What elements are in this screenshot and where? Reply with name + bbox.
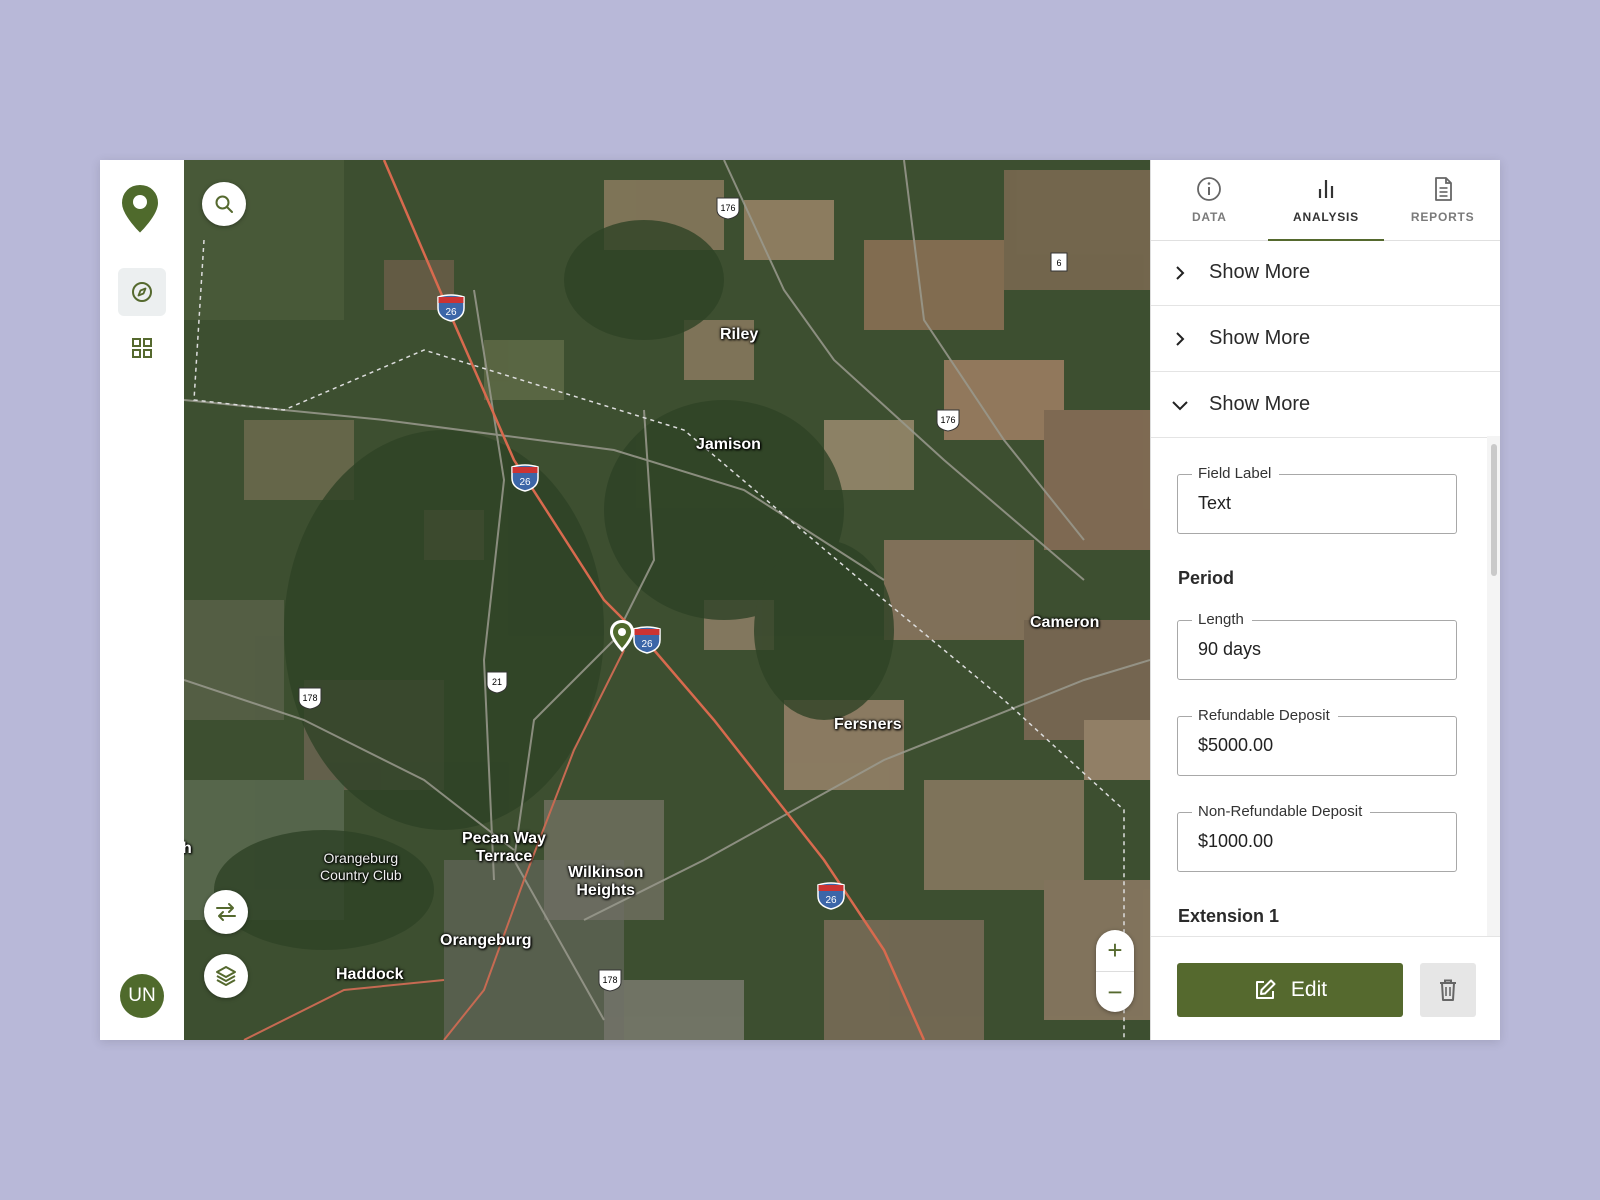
tab-label: REPORTS <box>1410 210 1475 224</box>
edit-icon <box>1255 979 1276 999</box>
tab-label: DATA <box>1191 210 1227 224</box>
svg-text:21: 21 <box>492 677 502 687</box>
interstate-26-shield-icon: 26 <box>437 294 465 322</box>
chevron-down-icon <box>1172 400 1188 410</box>
svg-text:176: 176 <box>940 415 955 425</box>
svg-text:176: 176 <box>720 203 735 213</box>
panel-tabs: DATA ANALYSIS REPORTS <box>1151 160 1500 241</box>
edit-button-label: Edit <box>1290 978 1328 1001</box>
panel-footer: Edit <box>1151 936 1500 1040</box>
left-rail: UN <box>100 160 185 1040</box>
satellite-map[interactable]: 26 26 26 26 176 176 178 178 21 6 Riley J… <box>184 160 1150 1040</box>
us-176-shield-icon: 176 <box>716 197 740 220</box>
place-label-line: Orangeburg <box>323 850 399 866</box>
chevron-right-icon <box>1176 265 1185 280</box>
field-label-field: Field Label <box>1177 465 1457 534</box>
grid-icon <box>132 338 152 358</box>
details-panel: DATA ANALYSIS REPORTS Show More Show Mor… <box>1150 160 1500 1040</box>
route-6-shield-icon: 6 <box>1050 252 1068 272</box>
accordion-title: Show More <box>1209 261 1311 283</box>
place-label: Orangeburg <box>440 932 532 949</box>
chevron-right-icon <box>1176 331 1185 346</box>
us-178-shield-icon: 178 <box>598 969 622 992</box>
user-avatar[interactable]: UN <box>120 974 164 1018</box>
svg-text:6: 6 <box>1056 258 1061 268</box>
tab-data[interactable]: DATA <box>1151 160 1268 240</box>
non-refundable-deposit-input[interactable] <box>1198 813 1438 869</box>
place-label: Orangeburg Country Club <box>320 850 402 884</box>
length-input[interactable] <box>1198 621 1438 677</box>
place-label-line: Heights <box>576 882 636 899</box>
accordion-title: Show More <box>1209 393 1311 415</box>
accordion-header[interactable]: Show More <box>1151 372 1500 438</box>
us-176-shield-icon: 176 <box>936 409 960 432</box>
place-label: Fersners <box>834 716 902 733</box>
us-21-shield-icon: 21 <box>486 671 508 694</box>
app-window: UN 26 26 26 26 176 176 178 178 21 6 Rile… <box>100 160 1500 1040</box>
svg-text:26: 26 <box>519 477 531 488</box>
svg-text:26: 26 <box>641 639 653 650</box>
place-label: h <box>184 840 192 857</box>
length-field: Length <box>1177 611 1457 680</box>
svg-text:26: 26 <box>825 895 837 906</box>
zoom-in-button[interactable]: + <box>1096 930 1134 972</box>
bar-chart-icon <box>1318 180 1334 198</box>
place-label-line: Pecan Way <box>462 830 546 847</box>
field-label-input[interactable] <box>1198 475 1438 531</box>
scrollbar-thumb[interactable] <box>1491 444 1497 576</box>
layers-icon <box>216 966 236 986</box>
map-imagery <box>184 160 1150 1040</box>
layers-button[interactable] <box>204 954 248 998</box>
tab-reports[interactable]: REPORTS <box>1384 160 1500 240</box>
zoom-control: + − <box>1096 930 1134 1012</box>
tab-analysis[interactable]: ANALYSIS <box>1267 160 1385 241</box>
place-label-line: Wilkinson <box>568 864 644 881</box>
place-label: Cameron <box>1030 614 1100 631</box>
accordion-header[interactable]: Show More <box>1151 240 1500 306</box>
compass-icon <box>132 282 152 302</box>
swap-button[interactable] <box>204 890 248 934</box>
swap-arrows-icon <box>216 903 236 921</box>
accordion-header[interactable]: Show More <box>1151 306 1500 372</box>
period-heading: Period <box>1178 568 1235 588</box>
zoom-out-button[interactable]: − <box>1096 972 1134 1013</box>
place-label-line: Terrace <box>475 848 533 865</box>
svg-text:178: 178 <box>602 975 617 985</box>
place-label-line: Country Club <box>320 867 402 883</box>
non-refundable-deposit-field: Non-Refundable Deposit <box>1177 803 1457 872</box>
refundable-deposit-input[interactable] <box>1198 717 1438 773</box>
interstate-26-shield-icon: 26 <box>817 882 845 910</box>
info-icon <box>1197 177 1222 201</box>
map-pin-logo-icon[interactable] <box>118 182 162 238</box>
location-marker-icon[interactable] <box>608 618 636 654</box>
search-icon <box>215 195 233 213</box>
place-label: Wilkinson Heights <box>568 864 643 900</box>
accordion-content: Field Label Period Length Refundable Dep… <box>1151 436 1500 936</box>
trash-icon <box>1440 979 1456 1001</box>
document-icon <box>1434 177 1452 201</box>
edit-button[interactable]: Edit <box>1177 963 1403 1017</box>
nav-explore-button[interactable] <box>118 268 166 316</box>
refundable-deposit-field: Refundable Deposit <box>1177 707 1457 776</box>
interstate-26-shield-icon: 26 <box>633 626 661 654</box>
svg-text:178: 178 <box>302 693 317 703</box>
svg-text:26: 26 <box>445 307 457 318</box>
place-label: Haddock <box>336 966 404 983</box>
delete-button[interactable] <box>1420 963 1476 1017</box>
place-label: Jamison <box>696 436 761 453</box>
place-label: Pecan Way Terrace <box>462 830 546 866</box>
extension-1-heading: Extension 1 <box>1178 906 1280 926</box>
interstate-26-shield-icon: 26 <box>511 464 539 492</box>
nav-grid-button[interactable] <box>118 324 166 372</box>
place-label: Riley <box>720 326 759 343</box>
accordion-title: Show More <box>1209 327 1311 349</box>
tab-label: ANALYSIS <box>1293 210 1359 224</box>
us-178-shield-icon: 178 <box>298 687 322 710</box>
map-search-button[interactable] <box>202 182 246 226</box>
